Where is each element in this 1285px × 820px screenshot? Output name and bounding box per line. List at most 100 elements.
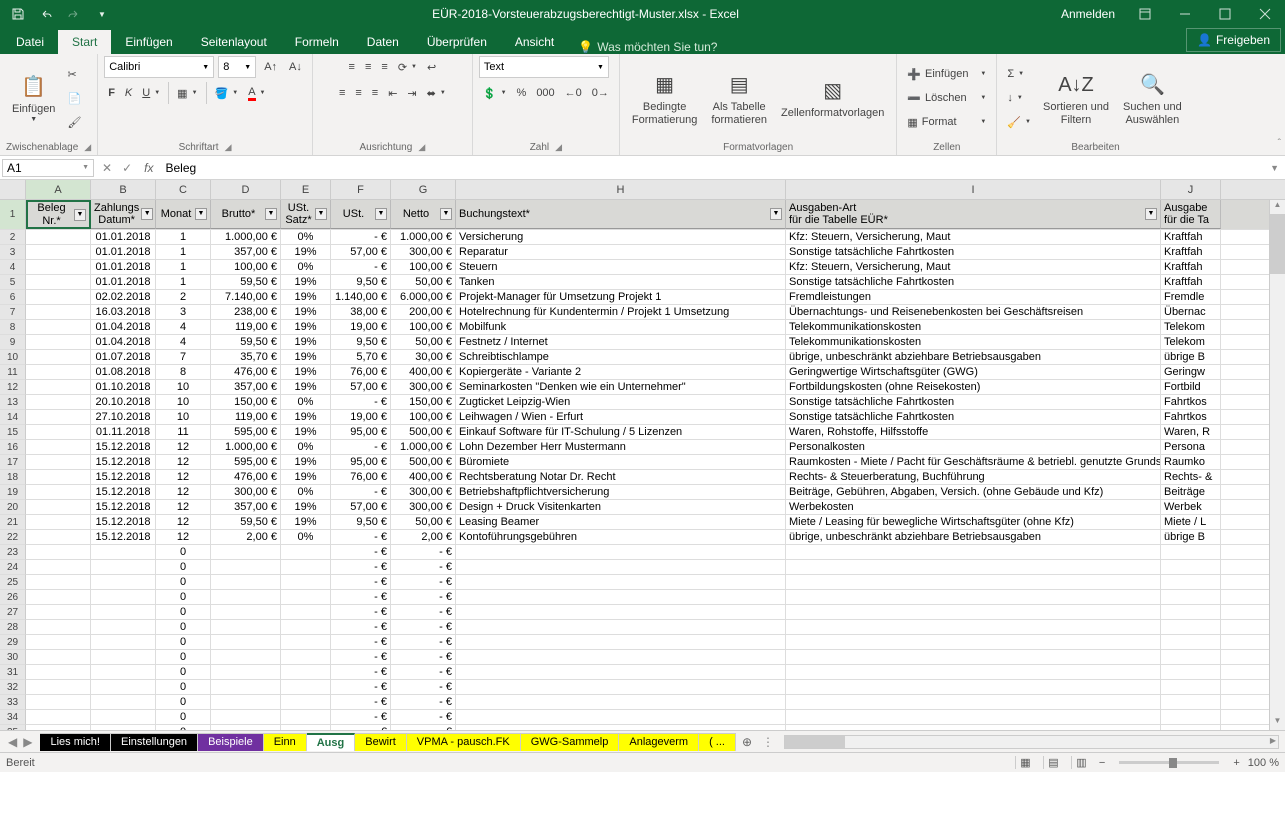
format-painter-button[interactable]: 🖌 [63,111,85,133]
table-header-cell[interactable]: Ausgaben-Art für die Tabelle EÜR*▼ [786,200,1161,229]
cell[interactable]: - € [331,725,391,730]
column-header[interactable]: E [281,180,331,199]
cell[interactable]: 6.000,00 € [391,290,456,304]
cell[interactable]: 15.12.2018 [91,455,156,469]
sheet-tab[interactable]: Beispiele [198,733,264,751]
cell[interactable]: 300,00 € [211,485,281,499]
cell[interactable]: 01.01.2018 [91,275,156,289]
launcher-icon[interactable]: ◢ [555,142,562,153]
cell[interactable] [1161,725,1221,730]
cell[interactable]: Steuern [456,260,786,274]
zoom-out-button[interactable]: − [1099,757,1105,769]
cell[interactable]: 150,00 € [391,395,456,409]
cell[interactable]: 76,00 € [331,470,391,484]
sheet-tab[interactable]: Lies mich! [40,733,111,751]
cell[interactable]: Reparatur [456,245,786,259]
italic-button[interactable]: K [121,82,136,104]
row-header[interactable]: 11 [0,365,26,380]
cell[interactable]: 357,00 € [211,500,281,514]
align-middle-button[interactable]: ≡ [361,56,375,78]
cell[interactable]: 9,50 € [331,335,391,349]
cell[interactable]: 57,00 € [331,380,391,394]
cell[interactable]: 100,00 € [211,260,281,274]
cell[interactable]: 1 [156,260,211,274]
row-header[interactable]: 12 [0,380,26,395]
row-header[interactable]: 16 [0,440,26,455]
row-header[interactable]: 6 [0,290,26,305]
number-format-select[interactable]: Text▼ [479,56,609,78]
cell[interactable] [211,635,281,649]
cell[interactable]: 0 [156,680,211,694]
enter-formula-button[interactable]: ✓ [122,161,132,175]
cell[interactable] [26,320,91,334]
cell[interactable]: 100,00 € [391,320,456,334]
close-button[interactable] [1245,0,1285,28]
tab-file[interactable]: Datei [2,30,58,54]
dec-decimal-button[interactable]: 0→ [588,82,613,104]
cell[interactable]: 300,00 € [391,380,456,394]
cell[interactable] [26,425,91,439]
autosum-button[interactable]: Σ▼ [1003,63,1035,85]
align-top-button[interactable]: ≡ [345,56,359,78]
cell[interactable]: 12 [156,470,211,484]
font-size-select[interactable]: 8▼ [218,56,256,78]
cell[interactable]: 15.12.2018 [91,470,156,484]
cell[interactable] [1161,650,1221,664]
cell[interactable] [1161,545,1221,559]
cell[interactable]: 500,00 € [391,455,456,469]
cell[interactable]: 10 [156,380,211,394]
row-header[interactable]: 4 [0,260,26,275]
cell[interactable]: 15.12.2018 [91,440,156,454]
cell[interactable]: 19% [281,305,331,319]
align-center-button[interactable]: ≡ [351,82,365,104]
tab-formulas[interactable]: Formeln [281,30,353,54]
row-header[interactable]: 32 [0,680,26,695]
cell[interactable] [786,590,1161,604]
minimize-button[interactable] [1165,0,1205,28]
cell[interactable] [26,305,91,319]
login-link[interactable]: Anmelden [1051,7,1125,21]
cell[interactable]: - € [331,560,391,574]
cell[interactable]: 15.12.2018 [91,515,156,529]
cell[interactable] [211,575,281,589]
share-button[interactable]: 👤 Freigeben [1186,28,1281,52]
cell[interactable]: 400,00 € [391,365,456,379]
cell[interactable]: 100,00 € [391,260,456,274]
cell[interactable]: 10 [156,395,211,409]
tell-me[interactable]: 💡 Was möchten Sie tun? [568,40,727,54]
row-header[interactable]: 10 [0,350,26,365]
filter-button[interactable]: ▼ [1145,208,1157,220]
find-select-button[interactable]: 🔍Suchen und Auswählen [1117,63,1188,133]
cell[interactable] [26,605,91,619]
cell[interactable]: 119,00 € [211,410,281,424]
cell[interactable] [786,650,1161,664]
cell[interactable] [26,275,91,289]
cell[interactable] [456,560,786,574]
table-header-cell[interactable]: Ausgabe für die Ta [1161,200,1221,229]
cell[interactable] [26,260,91,274]
cell[interactable]: 19% [281,320,331,334]
cell[interactable]: 19% [281,365,331,379]
row-header[interactable]: 13 [0,395,26,410]
comma-button[interactable]: 000 [532,82,558,104]
cell[interactable]: - € [391,605,456,619]
cell[interactable]: 1 [156,245,211,259]
filter-button[interactable]: ▼ [74,209,86,221]
row-header[interactable]: 30 [0,650,26,665]
cell[interactable] [281,560,331,574]
cell[interactable] [456,710,786,724]
cell[interactable]: Kraftfah [1161,245,1221,259]
border-button[interactable]: ▦▼ [173,82,201,104]
column-header[interactable]: D [211,180,281,199]
cell[interactable]: - € [331,545,391,559]
font-color-button[interactable]: A▼ [244,82,269,104]
cell[interactable]: 300,00 € [391,500,456,514]
cell[interactable] [91,605,156,619]
filter-button[interactable]: ▼ [770,208,782,220]
cell[interactable] [1161,560,1221,574]
as-table-button[interactable]: ▤Als Tabelle formatieren [705,63,773,133]
fx-icon[interactable]: fx [138,161,159,175]
filter-button[interactable]: ▼ [265,208,277,220]
copy-button[interactable]: 📄 [63,87,85,109]
cell[interactable]: Geringwertige Wirtschaftsgüter (GWG) [786,365,1161,379]
